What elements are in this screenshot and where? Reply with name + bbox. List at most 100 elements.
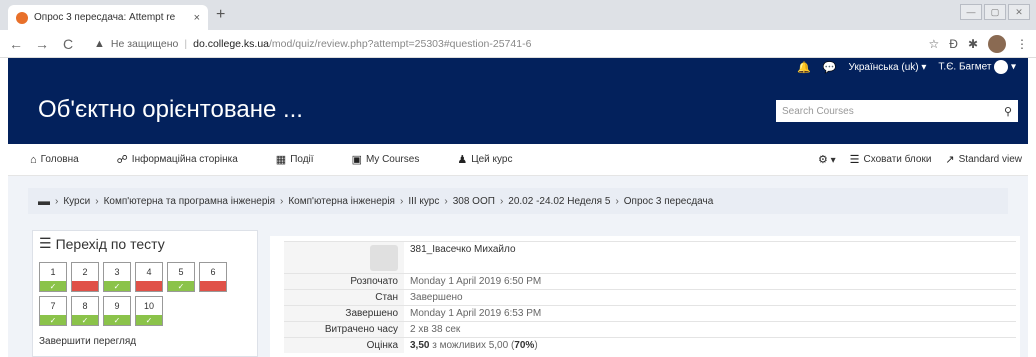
search-icon[interactable]: ⚲ — [1004, 105, 1012, 118]
question-button[interactable]: 8 ✓ — [71, 296, 99, 326]
standard-view-button[interactable]: ↗ Standard view — [945, 153, 1022, 166]
question-button[interactable]: 4 — [135, 262, 163, 292]
menu-item-events[interactable]: ▦ Події — [276, 153, 314, 166]
menu-right-actions: ⚙ ▾ ☰ Сховати блоки ↗ Standard view — [818, 153, 1028, 166]
menu-item-my-courses[interactable]: ▣ My Courses — [352, 153, 420, 166]
warning-icon: ▲ — [94, 37, 105, 50]
row-label: Завершено — [284, 305, 404, 322]
question-button[interactable]: 7 ✓ — [39, 296, 67, 326]
menu-item-info-page[interactable]: ☍ Інформаційна сторінка — [117, 153, 238, 166]
user-avatar — [994, 60, 1009, 74]
standard-view-label: Standard view — [958, 154, 1022, 165]
quiz-navigation-title: ☰ Перехід по тесту — [39, 235, 251, 252]
menu-item-label: My Courses — [365, 154, 420, 165]
breadcrumb-separator: › — [95, 195, 99, 207]
restore-button[interactable]: ▢ — [984, 4, 1006, 20]
menu-item-this-course[interactable]: ♟ Цей курс — [457, 153, 512, 166]
student-avatar[interactable] — [370, 244, 398, 271]
question-button[interactable]: 1 ✓ — [39, 262, 67, 292]
row-label: Витрачено часу — [284, 321, 404, 338]
messages-icon[interactable]: 💬 — [823, 61, 837, 74]
tab-title: Опрос 3 пересдача: Attempt re — [34, 12, 176, 23]
breadcrumb-item[interactable]: Комп'ютерна та програмна інженерія — [104, 196, 275, 207]
breadcrumb-item[interactable]: 308 ООП — [453, 196, 495, 207]
course-header: Об'єктно орієнтоване ... Search Courses … — [8, 76, 1028, 144]
breadcrumb-separator: › — [399, 195, 404, 207]
extension-d-icon[interactable]: Ð — [949, 37, 958, 51]
question-button-grid: 1 ✓ 2 3 ✓ 4 5 ✓ 6 7 ✓ 8 ✓ 9 ✓ 10 ✓ — [39, 262, 229, 326]
question-button[interactable]: 2 — [71, 262, 99, 292]
forward-button[interactable]: → — [34, 36, 50, 52]
breadcrumb-item[interactable]: III курс — [408, 196, 439, 207]
question-button[interactable]: 5 ✓ — [167, 262, 195, 292]
grade-value: 3,50 з можливих 5,00 (70%) — [404, 337, 1016, 353]
breadcrumb-item[interactable]: Комп'ютерна інженерія — [288, 196, 395, 207]
question-number: 6 — [210, 267, 216, 277]
question-number: 5 — [178, 267, 184, 277]
row-label: Стан — [284, 289, 404, 306]
row-label: Оцінка — [284, 337, 404, 353]
question-button[interactable]: 10 ✓ — [135, 296, 163, 326]
check-icon: ✓ — [136, 315, 162, 325]
incorrect-flag — [72, 281, 98, 291]
table-row: Витрачено часу 2 хв 38 сек — [284, 321, 1016, 338]
grade-out-of: з можливих 5,00 ( — [429, 340, 515, 351]
breadcrumb-item[interactable]: 20.02 -24.02 Неделя 5 — [508, 196, 610, 207]
hide-blocks-button[interactable]: ☰ Сховати блоки — [850, 153, 932, 166]
table-row: Оцінка 3,50 з можливих 5,00 (70%) — [284, 337, 1016, 353]
browser-tab[interactable]: Опрос 3 пересдача: Attempt re × — [8, 5, 208, 30]
row-value: Завершено — [404, 289, 1016, 306]
browser-menu-icon[interactable]: ⋮ — [1016, 37, 1028, 51]
new-tab-button[interactable]: + — [216, 6, 225, 24]
course-title[interactable]: Об'єктно орієнтоване ... — [38, 96, 303, 124]
student-name[interactable]: 381_Івасечко Михайло — [404, 241, 1016, 274]
reload-button[interactable]: C — [60, 36, 76, 52]
breadcrumb-item[interactable]: Опрос 3 пересдача — [624, 196, 713, 207]
bookmark-star-icon[interactable]: ☆ — [929, 37, 940, 51]
question-button[interactable]: 3 ✓ — [103, 262, 131, 292]
question-button[interactable]: 9 ✓ — [103, 296, 131, 326]
folder-icon[interactable]: ▬ — [38, 194, 50, 208]
search-courses-input[interactable]: Search Courses ⚲ — [776, 100, 1018, 122]
address-bar: ← → C ▲ Не защищено | do.college.ks.ua/m… — [0, 30, 1036, 58]
window-controls: — ▢ ✕ — [960, 4, 1030, 20]
row-value: Monday 1 April 2019 6:50 PM — [404, 273, 1016, 290]
incorrect-flag — [200, 281, 226, 291]
moodle-favicon-icon — [16, 11, 28, 24]
breadcrumb-separator: › — [615, 195, 619, 207]
url-field[interactable]: ▲ Не защищено | do.college.ks.ua/mod/qui… — [86, 33, 919, 55]
check-icon: ✓ — [168, 281, 194, 291]
close-tab-icon[interactable]: × — [194, 12, 200, 24]
user-menu[interactable]: Т.Є. Багмет ▾ — [938, 60, 1016, 74]
menu-item-home[interactable]: ⌂ Головна — [30, 154, 79, 166]
incorrect-flag — [136, 281, 162, 291]
question-button[interactable]: 6 — [199, 262, 227, 292]
question-number: 9 — [114, 301, 120, 311]
sitemap-icon: ♟ — [457, 154, 468, 166]
table-row: Завершено Monday 1 April 2019 6:53 PM — [284, 305, 1016, 322]
breadcrumb-item[interactable]: Курси — [63, 196, 90, 207]
breadcrumb-separator: › — [55, 195, 59, 207]
check-icon: ✓ — [40, 281, 66, 291]
gear-icon: ⚙ — [817, 154, 828, 166]
finish-review-link[interactable]: Завершити перегляд — [39, 336, 251, 347]
close-window-button[interactable]: ✕ — [1008, 4, 1030, 20]
check-icon: ✓ — [104, 315, 130, 325]
settings-menu[interactable]: ⚙ ▾ — [818, 153, 836, 166]
back-button[interactable]: ← — [8, 36, 24, 52]
row-label: Розпочато — [284, 273, 404, 290]
question-number: 10 — [143, 301, 154, 311]
hide-blocks-label: Сховати блоки — [863, 154, 932, 165]
search-placeholder: Search Courses — [782, 105, 854, 117]
notifications-bell-icon[interactable]: 🔔 — [797, 61, 811, 74]
table-row: 381_Івасечко Михайло — [284, 241, 1016, 274]
minimize-button[interactable]: — — [960, 4, 982, 20]
expand-icon: ↗ — [945, 154, 955, 166]
browser-profile-avatar[interactable] — [988, 34, 1006, 53]
language-menu[interactable]: Українська (uk) ▾ — [849, 62, 927, 73]
table-row: Розпочато Monday 1 April 2019 6:50 PM — [284, 273, 1016, 290]
user-menu-caret-icon: ▾ — [1010, 61, 1016, 73]
insecure-label: Не защищено — [110, 37, 179, 50]
user-name: Т.Є. Багмет — [938, 61, 992, 73]
extension-puzzle-icon[interactable]: ✱ — [968, 37, 978, 51]
